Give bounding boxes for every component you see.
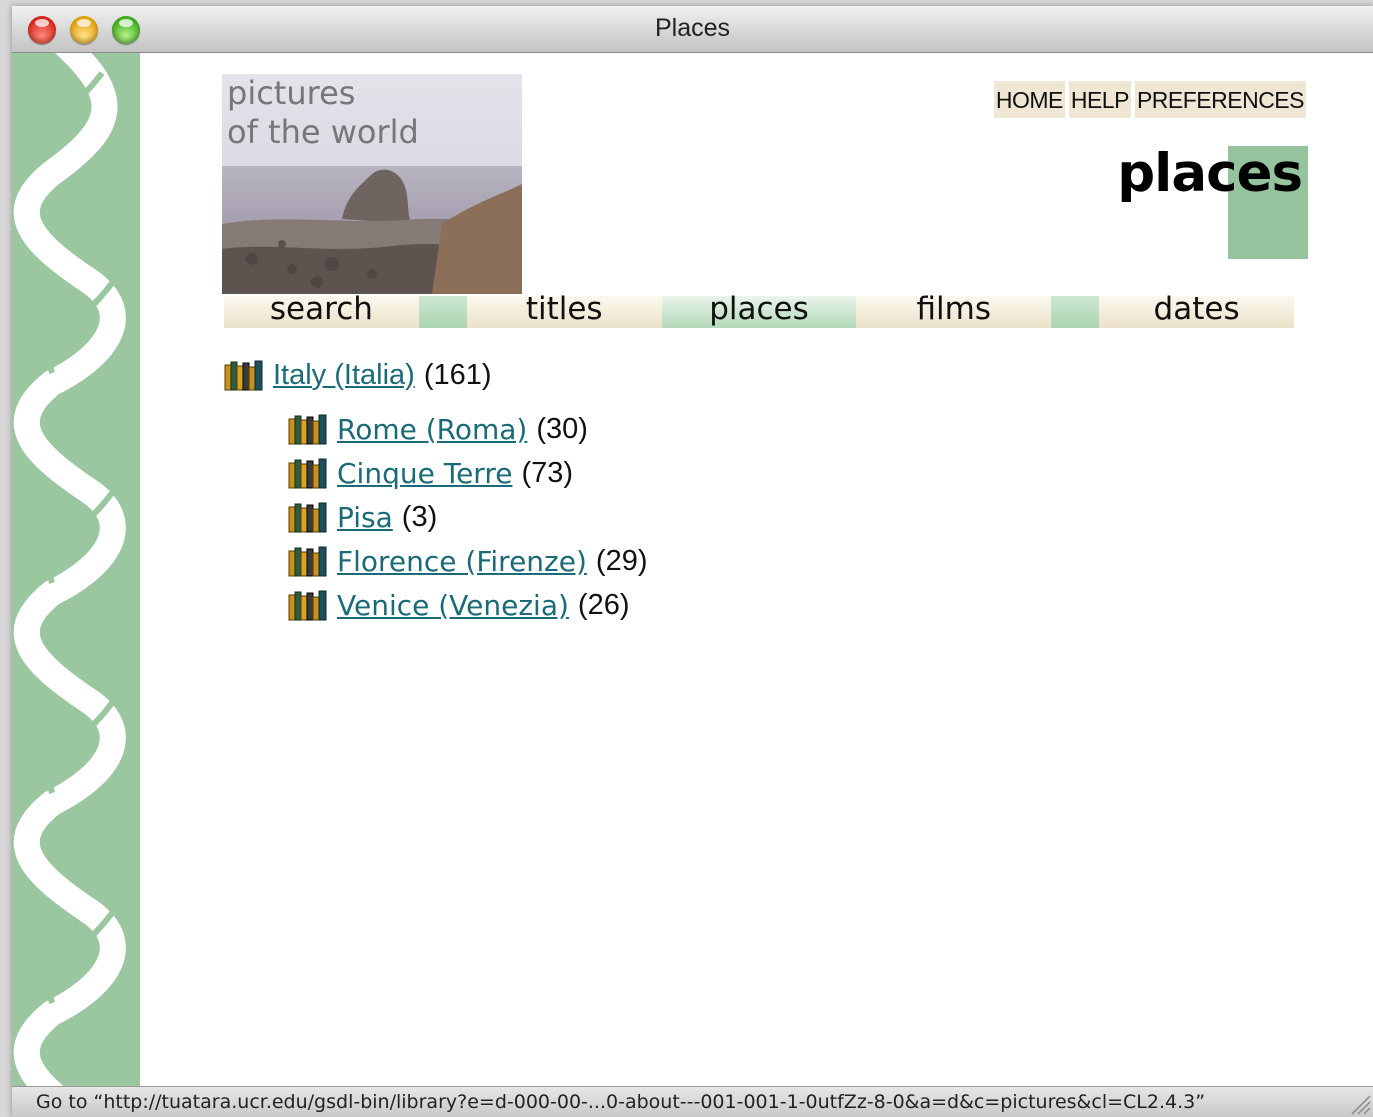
tree-child-item: Rome (Roma) (30)	[288, 407, 647, 451]
bookshelf-icon[interactable]	[224, 359, 266, 391]
nav-bar: search titles places films dates	[224, 291, 1294, 328]
place-count: (73)	[521, 456, 574, 489]
tab-titles[interactable]: titles	[466, 291, 662, 328]
browser-window: Places pictures of the world HOME HELP P…	[12, 6, 1373, 1117]
status-text: Go to “http://tuatara.ucr.edu/gsdl-bin/l…	[36, 1091, 1206, 1113]
window-title: Places	[654, 14, 731, 42]
bookshelf-icon[interactable]	[288, 413, 330, 445]
resize-grip-icon[interactable]	[1349, 1093, 1371, 1115]
logo-image[interactable]: pictures of the world	[222, 74, 522, 294]
place-count: (3)	[401, 500, 438, 533]
place-link-cinque-terre[interactable]: Cinque Terre	[337, 457, 512, 490]
title-bar[interactable]: Places	[12, 6, 1373, 53]
places-tree: Italy (Italia) (161) Rome (Roma) (30) Ci…	[224, 353, 647, 627]
tree-child-item: Pisa (3)	[288, 495, 647, 539]
tree-child-item: Florence (Firenze) (29)	[288, 539, 647, 583]
help-link[interactable]: HELP	[1068, 81, 1131, 118]
bookshelf-icon[interactable]	[288, 457, 330, 489]
logo-line-1: pictures	[227, 74, 356, 112]
bookshelf-icon[interactable]	[288, 589, 330, 621]
place-link-florence[interactable]: Florence (Firenze)	[337, 545, 587, 578]
page-content: pictures of the world HOME HELP PREFEREN…	[140, 53, 1373, 1087]
bookshelf-icon[interactable]	[288, 545, 330, 577]
place-link-venice[interactable]: Venice (Venezia)	[337, 589, 569, 622]
nav-divider	[418, 296, 467, 328]
logo-text: pictures of the world	[227, 74, 419, 152]
tree-root-count: (161)	[423, 358, 492, 391]
place-count: (29)	[595, 544, 648, 577]
home-link[interactable]: HOME	[993, 81, 1065, 118]
tab-films[interactable]: films	[856, 291, 1052, 328]
page-heading: places	[1117, 143, 1303, 204]
decorative-braid-sidebar	[12, 53, 140, 1087]
tree-root-item: Italy (Italia) (161)	[224, 353, 647, 397]
tree-child-item: Cinque Terre (73)	[288, 451, 647, 495]
place-count: (30)	[536, 412, 588, 445]
braid-pattern	[13, 53, 126, 1087]
tree-root-link[interactable]: Italy (Italia)	[273, 359, 415, 392]
place-link-pisa[interactable]: Pisa	[337, 501, 393, 534]
bookshelf-icon[interactable]	[288, 501, 330, 533]
preferences-link[interactable]: PREFERENCES	[1134, 81, 1306, 118]
place-count: (26)	[577, 588, 630, 621]
tab-places[interactable]: places	[661, 291, 857, 328]
tab-dates[interactable]: dates	[1099, 291, 1294, 328]
nav-divider	[1051, 296, 1100, 328]
top-links: HOME HELP PREFERENCES	[993, 81, 1306, 118]
status-bar: Go to “http://tuatara.ucr.edu/gsdl-bin/l…	[12, 1086, 1373, 1117]
place-link-rome[interactable]: Rome (Roma)	[337, 413, 527, 446]
tab-search[interactable]: search	[224, 291, 419, 328]
logo-line-2: of the world	[227, 113, 419, 151]
tree-child-item: Venice (Venezia) (26)	[288, 583, 647, 627]
